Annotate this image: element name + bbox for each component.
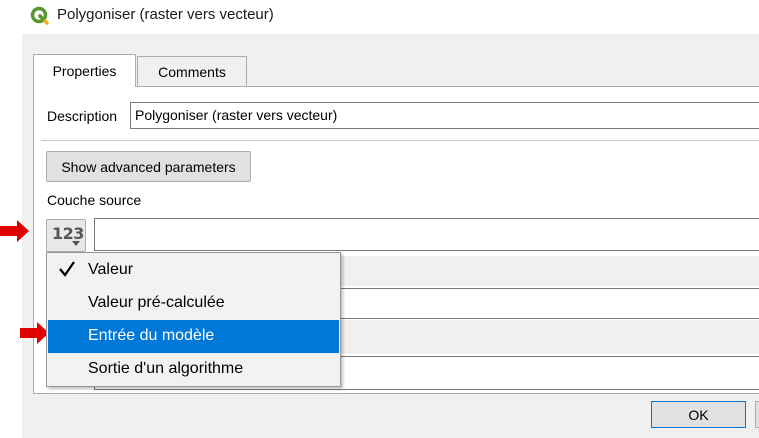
menu-item-label: Sortie d'un algorithme [88,360,244,377]
title-bar: Polygoniser (raster vers vecteur) [0,0,759,34]
value-type-button[interactable]: 123 [46,219,86,252]
red-arrow-icon [0,220,29,242]
menu-item-sortie-algorithme[interactable]: Sortie d'un algorithme [48,353,339,386]
cancel-button[interactable] [755,401,759,428]
source-layer-field[interactable] [94,218,759,251]
show-advanced-parameters-button[interactable]: Show advanced parameters [46,151,251,182]
tab-properties[interactable]: Properties [33,54,136,87]
menu-item-label: Entrée du modèle [88,327,215,344]
separator [41,140,759,141]
menu-item-label: Valeur [88,261,134,278]
dropdown-caret-icon [72,241,80,246]
description-field[interactable]: Polygoniser (raster vers vecteur) [130,102,759,129]
menu-item-valeur[interactable]: Valeur [48,254,339,287]
description-label: Description [47,108,118,124]
menu-item-entree-du-modele[interactable]: Entrée du modèle [48,320,339,353]
qgis-logo-icon [30,6,49,25]
ok-button[interactable]: OK [651,401,746,428]
menu-item-valeur-pre-calculee[interactable]: Valeur pré-calculée [48,287,339,320]
menu-item-label: Valeur pré-calculée [88,294,225,311]
source-layer-label: Couche source [47,192,142,208]
value-source-menu: Valeur Valeur pré-calculée Entrée du mod… [46,252,341,387]
dialog-footer [22,394,759,438]
checkmark-icon [59,261,75,277]
tab-comments[interactable]: Comments [137,56,247,87]
window-title: Polygoniser (raster vers vecteur) [57,6,274,23]
